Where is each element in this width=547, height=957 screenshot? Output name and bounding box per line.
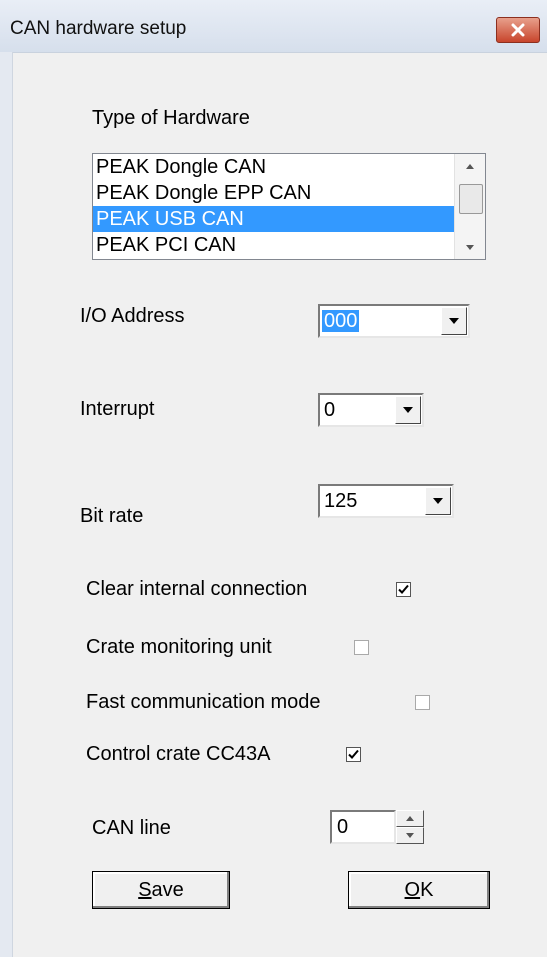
ok-button[interactable]: OK bbox=[348, 871, 490, 909]
io-address-combo[interactable]: 000 bbox=[318, 304, 470, 338]
crate-monitoring-unit-checkbox[interactable] bbox=[354, 640, 369, 655]
close-button[interactable] bbox=[496, 17, 540, 43]
interrupt-combo[interactable]: 0 bbox=[318, 393, 424, 427]
ok-button-label: OK bbox=[404, 878, 434, 901]
list-item[interactable]: PEAK Dongle EPP CAN bbox=[93, 180, 455, 206]
list-item[interactable]: PEAK PCI CAN bbox=[93, 232, 455, 258]
scroll-up-icon bbox=[466, 163, 474, 169]
can-line-spinner[interactable] bbox=[396, 810, 424, 844]
chevron-down-icon bbox=[449, 318, 459, 324]
control-crate-cc43a-checkbox[interactable] bbox=[346, 747, 361, 762]
checkmark-icon bbox=[348, 749, 359, 759]
io-address-label: I/O Address bbox=[80, 305, 185, 327]
save-button[interactable]: Save bbox=[92, 871, 230, 909]
interrupt-label: Interrupt bbox=[80, 398, 155, 420]
can-line-input[interactable]: 0 bbox=[330, 810, 396, 844]
can-line-label: CAN line bbox=[92, 817, 171, 839]
hardware-type-label: Type of Hardware bbox=[92, 107, 250, 129]
save-button-label: Save bbox=[138, 878, 184, 901]
can-hardware-setup-dialog: CAN hardware setup Type of Hardware PEAK… bbox=[0, 0, 547, 957]
chevron-down-icon bbox=[433, 498, 443, 504]
bit-rate-dropdown-button[interactable] bbox=[425, 487, 451, 515]
clear-internal-connection-checkbox[interactable] bbox=[396, 582, 411, 597]
close-icon bbox=[511, 23, 525, 37]
crate-monitoring-unit-label: Crate monitoring unit bbox=[86, 636, 272, 658]
clear-internal-connection-label: Clear internal connection bbox=[86, 578, 308, 600]
listbox-scrollbar[interactable] bbox=[454, 154, 485, 259]
title-bar[interactable]: CAN hardware setup bbox=[0, 0, 547, 53]
window-frame-left bbox=[0, 52, 13, 957]
spin-up-button[interactable] bbox=[396, 810, 424, 827]
spin-down-icon bbox=[406, 833, 414, 838]
chevron-down-icon bbox=[403, 407, 413, 413]
fast-communication-mode-label: Fast communication mode bbox=[86, 691, 321, 713]
hardware-list-items: PEAK Dongle CAN PEAK Dongle EPP CAN PEAK… bbox=[93, 154, 455, 258]
bit-rate-label: Bit rate bbox=[80, 505, 144, 527]
interrupt-dropdown-button[interactable] bbox=[395, 396, 421, 424]
checkmark-icon bbox=[398, 584, 409, 594]
can-line-value: 0 bbox=[337, 816, 349, 838]
scrollbar-thumb[interactable] bbox=[459, 184, 483, 214]
interrupt-value: 0 bbox=[324, 399, 336, 421]
io-address-dropdown-button[interactable] bbox=[441, 307, 467, 335]
control-crate-cc43a-label: Control crate CC43A bbox=[86, 743, 271, 765]
io-address-value: 000 bbox=[322, 310, 360, 332]
scroll-down-icon bbox=[466, 244, 474, 250]
bit-rate-combo[interactable]: 125 bbox=[318, 484, 454, 518]
fast-communication-mode-checkbox[interactable] bbox=[415, 695, 430, 710]
bit-rate-value: 125 bbox=[324, 490, 358, 512]
spin-down-button[interactable] bbox=[396, 827, 424, 844]
scroll-down-button[interactable] bbox=[455, 235, 485, 259]
window-title: CAN hardware setup bbox=[10, 18, 187, 39]
list-item[interactable]: PEAK Dongle CAN bbox=[93, 154, 455, 180]
spin-up-icon bbox=[406, 816, 414, 821]
list-item-selected[interactable]: PEAK USB CAN bbox=[93, 206, 455, 232]
hardware-type-listbox[interactable]: PEAK Dongle CAN PEAK Dongle EPP CAN PEAK… bbox=[92, 153, 486, 260]
scroll-up-button[interactable] bbox=[455, 154, 485, 178]
